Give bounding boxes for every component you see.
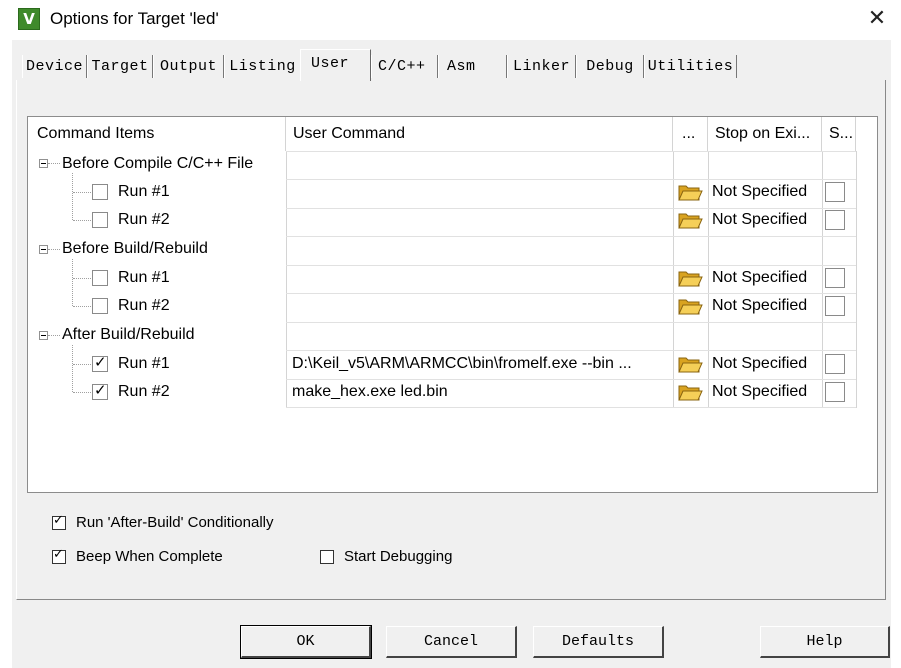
tree-line	[72, 259, 73, 306]
run-label: Run #1	[118, 355, 170, 372]
tree-line	[73, 306, 91, 307]
group-after-build[interactable]: After Build/Rebuild	[62, 325, 195, 345]
close-button[interactable]: ✕	[860, 5, 894, 33]
tab-linker[interactable]: Linker	[507, 55, 576, 78]
beep-checkbox[interactable]: ✓	[52, 547, 66, 564]
s-checkbox[interactable]	[825, 268, 845, 288]
stop-on-exit-value[interactable]: Not Specified	[712, 354, 807, 374]
run-label: Run #1	[118, 183, 170, 200]
checkmark-icon: ✓	[53, 547, 64, 562]
folder-open-icon[interactable]	[677, 296, 703, 316]
tree-line	[73, 364, 91, 365]
grid-divider	[708, 151, 709, 408]
run-after-build-label[interactable]: Run 'After-Build' Conditionally	[76, 514, 274, 532]
group-before-compile[interactable]: Before Compile C/C++ File	[62, 154, 253, 174]
user-command-field[interactable]: D:\Keil_v5\ARM\ARMCC\bin\fromelf.exe --b…	[292, 354, 632, 374]
run-checkbox[interactable]	[92, 184, 108, 200]
tab-device[interactable]: Device	[22, 55, 87, 78]
grid-divider	[286, 350, 856, 351]
start-debugging-label[interactable]: Start Debugging	[344, 548, 452, 566]
stop-on-exit-value[interactable]: Not Specified	[712, 182, 807, 202]
grid-divider	[286, 151, 856, 152]
run-label: Run #2	[118, 383, 170, 400]
tree-line	[73, 220, 91, 221]
grid-divider	[286, 265, 856, 266]
defaults-button[interactable]: Defaults	[533, 626, 664, 658]
tab-debug[interactable]: Debug	[576, 55, 644, 78]
s-checkbox[interactable]	[825, 382, 845, 402]
run-after-build-checkbox[interactable]: ✓	[52, 513, 66, 530]
folder-open-icon[interactable]	[677, 268, 703, 288]
window-title: Options for Target 'led'	[50, 9, 219, 28]
run-checkbox-checked[interactable]: ✓	[92, 353, 108, 372]
tree-line	[72, 345, 73, 392]
folder-open-icon[interactable]	[677, 210, 703, 230]
run-label: Run #2	[118, 211, 170, 228]
tab-asm[interactable]: Asm	[438, 55, 507, 78]
run-checkbox[interactable]	[92, 270, 108, 286]
stop-on-exit-value[interactable]: Not Specified	[712, 296, 807, 316]
grid-divider	[286, 379, 856, 380]
grid-divider	[286, 322, 856, 323]
tree-line	[73, 278, 91, 279]
tree-line	[73, 392, 91, 393]
start-debugging-checkbox[interactable]	[320, 550, 334, 564]
grid-divider	[286, 236, 856, 237]
run-checkbox[interactable]	[92, 212, 108, 228]
tab-utilities[interactable]: Utilities	[644, 55, 737, 78]
grid-divider	[286, 293, 856, 294]
keil-app-icon: V	[18, 8, 40, 30]
run-label: Run #2	[118, 297, 170, 314]
folder-open-icon[interactable]	[677, 354, 703, 374]
tab-user[interactable]: User	[300, 49, 371, 81]
run-label: Run #1	[118, 269, 170, 286]
folder-open-icon[interactable]	[677, 182, 703, 202]
grid-divider	[822, 151, 823, 408]
help-button[interactable]: Help	[760, 626, 890, 658]
s-checkbox[interactable]	[825, 296, 845, 316]
ok-button[interactable]: OK	[240, 625, 372, 659]
user-command-field[interactable]: make_hex.exe led.bin	[292, 382, 448, 402]
run-checkbox-checked[interactable]: ✓	[92, 381, 108, 400]
group-before-build[interactable]: Before Build/Rebuild	[62, 239, 208, 259]
stop-on-exit-value[interactable]: Not Specified	[712, 210, 807, 230]
grid-divider	[286, 407, 856, 408]
checkmark-icon: ✓	[94, 353, 107, 371]
checkmark-icon: ✓	[53, 513, 64, 528]
tab-output[interactable]: Output	[153, 55, 224, 78]
header-stop-on-exit[interactable]: Stop on Exi...	[708, 117, 822, 151]
tree-line	[73, 192, 91, 193]
header-browse[interactable]: ...	[673, 117, 708, 151]
header-s[interactable]: S...	[822, 117, 856, 151]
checkmark-icon: ✓	[94, 381, 107, 399]
grid-divider	[286, 179, 856, 180]
grid-divider	[673, 151, 674, 408]
s-checkbox[interactable]	[825, 354, 845, 374]
tab-cpp[interactable]: C/C++	[371, 55, 438, 78]
tab-listing[interactable]: Listing	[224, 55, 301, 78]
grid-divider	[856, 151, 857, 408]
collapse-minus-icon[interactable]	[39, 245, 48, 254]
tree-line	[48, 249, 60, 250]
stop-on-exit-value[interactable]: Not Specified	[712, 382, 807, 402]
s-checkbox[interactable]	[825, 210, 845, 230]
collapse-minus-icon[interactable]	[39, 331, 48, 340]
stop-on-exit-value[interactable]: Not Specified	[712, 268, 807, 288]
collapse-minus-icon[interactable]	[39, 159, 48, 168]
tree-line	[48, 335, 60, 336]
run-checkbox[interactable]	[92, 298, 108, 314]
tree-line	[72, 173, 73, 220]
tab-target[interactable]: Target	[87, 55, 153, 78]
s-checkbox[interactable]	[825, 182, 845, 202]
header-user-command[interactable]: User Command	[286, 117, 673, 151]
header-command-items[interactable]: Command Items	[30, 117, 286, 151]
cancel-button[interactable]: Cancel	[386, 626, 517, 658]
grid-divider	[286, 208, 856, 209]
tree-line	[48, 163, 60, 164]
folder-open-icon[interactable]	[677, 382, 703, 402]
grid-divider	[286, 151, 287, 408]
beep-label[interactable]: Beep When Complete	[76, 548, 223, 566]
